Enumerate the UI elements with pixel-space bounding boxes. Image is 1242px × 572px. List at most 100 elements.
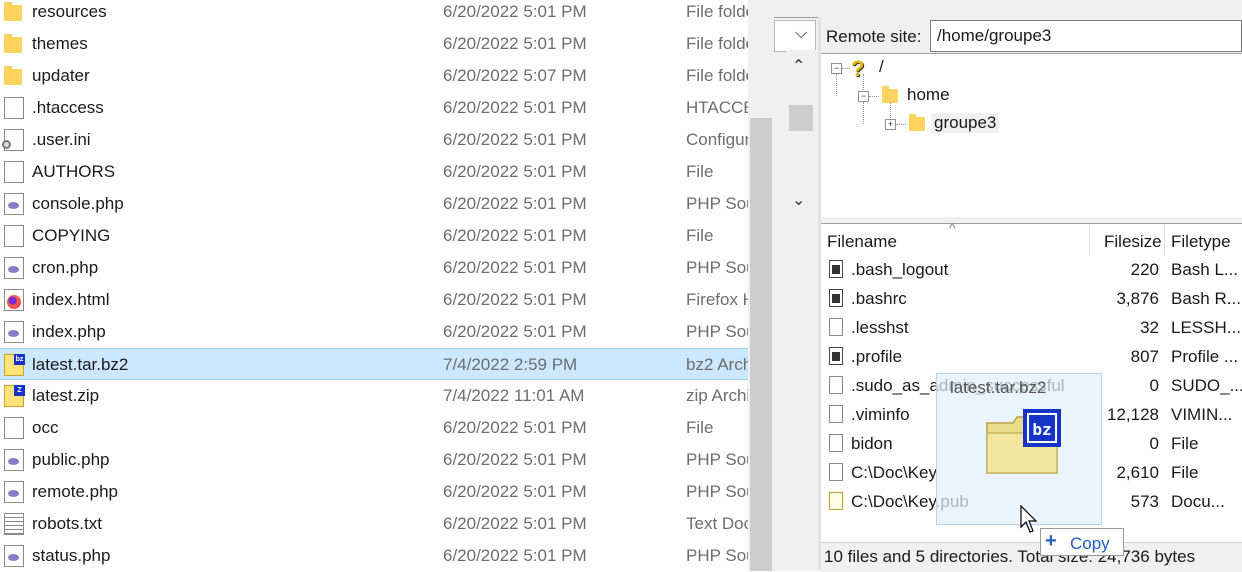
explorer-file-list: resources6/20/2022 5:01 PMFile folderthe… [0, 0, 748, 571]
file-row[interactable]: public.php 6/20/2022 5:01 PM PHP Source [0, 444, 748, 476]
column-header-filesize[interactable]: Filesize [1104, 232, 1162, 252]
date-modified: 6/20/2022 5:01 PM [443, 482, 587, 501]
remote-file-type: LESSH... [1171, 318, 1241, 337]
archive-badge: Z [14, 385, 25, 396]
file-row[interactable]: resources 6/20/2022 5:01 PM File folder [0, 0, 748, 28]
file-name: latest.tar.bz2 [32, 355, 129, 374]
file-row[interactable]: console.php 6/20/2022 5:01 PM PHP Source [0, 188, 748, 220]
file-row[interactable]: AUTHORS 6/20/2022 5:01 PM File [0, 156, 748, 188]
text-file-icon [4, 513, 24, 535]
file-type: PHP Source [686, 482, 748, 501]
remote-file-row[interactable]: .bashrc 3,876 Bash R... [821, 285, 1242, 314]
file-name: latest.zip [32, 386, 100, 405]
file-icon [829, 376, 843, 394]
remote-file-size: 807 [1130, 347, 1159, 366]
remote-file-row[interactable]: .bash_logout 220 Bash L... [821, 256, 1242, 285]
archive-badge-text: bz [1032, 420, 1051, 439]
remote-file-type: Profile ... [1171, 347, 1239, 366]
file-name: AUTHORS [32, 162, 116, 181]
file-row[interactable]: cron.php 6/20/2022 5:01 PM PHP Source [0, 252, 748, 284]
folder-icon [909, 114, 925, 131]
remote-file-size: 220 [1130, 260, 1159, 279]
scroll-up-arrow-icon[interactable]: ⌃ [792, 56, 805, 76]
file-row[interactable]: themes 6/20/2022 5:01 PM File folder [0, 28, 748, 60]
date-modified: 6/20/2022 5:07 PM [443, 66, 587, 85]
file-name: updater [32, 66, 90, 85]
settings-file-icon [2, 129, 24, 151]
file-row[interactable]: index.html 6/20/2022 5:01 PM Firefox HTML [0, 284, 748, 316]
remote-file-name: .bashrc [851, 289, 907, 308]
file-type: bz2 Archive [686, 355, 748, 374]
pane-divider[interactable] [821, 217, 1242, 224]
status-text: 10 files and 5 directories. Total size: … [824, 547, 1196, 566]
file-row[interactable]: bz latest.tar.bz2 7/4/2022 2:59 PM bz2 Arch… [0, 348, 748, 380]
tree-node-groupe3[interactable]: groupe3 [931, 113, 1000, 133]
file-row[interactable]: .htaccess 6/20/2022 5:01 PM HTACCESS [0, 92, 748, 124]
remote-file-size: 0 [1149, 376, 1159, 395]
remote-site-label: Remote site: [826, 27, 922, 46]
file-type: Configuration [686, 130, 748, 149]
file-row[interactable]: remote.php 6/20/2022 5:01 PM PHP Source [0, 476, 748, 508]
file-row[interactable]: status.php 6/20/2022 5:01 PM PHP Source [0, 540, 748, 571]
chevron-down-icon: ⌵ [795, 25, 808, 42]
tree-node-home[interactable]: home [907, 85, 950, 105]
php-file-icon [4, 545, 24, 567]
file-row[interactable]: occ 6/20/2022 5:01 PM File [0, 412, 748, 444]
php-file-icon [4, 193, 24, 215]
tree-node-root[interactable]: / [879, 57, 884, 77]
date-modified: 6/20/2022 5:01 PM [443, 130, 587, 149]
expand-toggle-icon[interactable]: + [885, 119, 896, 130]
column-header-filename[interactable]: Filename [827, 232, 897, 252]
remote-file-name: C:\Doc\Key [851, 463, 937, 482]
bz2-archive-icon: bz [986, 409, 1061, 474]
file-icon [829, 405, 843, 423]
remote-file-type: Bash R... [1171, 289, 1241, 308]
local-site-combo[interactable]: ⌵ [774, 20, 816, 52]
date-modified: 6/20/2022 5:01 PM [443, 2, 587, 21]
remote-file-size: 3,876 [1116, 289, 1159, 308]
date-modified: 7/4/2022 11:01 AM [443, 386, 585, 405]
file-name: .htaccess [32, 98, 104, 117]
date-modified: 6/20/2022 5:01 PM [443, 514, 587, 533]
folder-icon [4, 66, 22, 85]
dark-doc-icon [829, 260, 843, 278]
scroll-down-arrow-icon[interactable]: ⌄ [792, 190, 805, 210]
file-row[interactable]: Zlatest.zip 7/4/2022 11:01 AM zip Archive [0, 380, 748, 412]
file-type: Firefox HTML [686, 290, 748, 309]
file-row[interactable]: index.php 6/20/2022 5:01 PM PHP Source [0, 316, 748, 348]
file-name: robots.txt [32, 514, 102, 533]
file-icon [4, 161, 24, 183]
remote-file-type: SUDO_... [1171, 376, 1242, 395]
file-name: index.html [32, 290, 110, 309]
file-row[interactable]: robots.txt 6/20/2022 5:01 PM Text Document [0, 508, 748, 540]
remote-file-type: File [1171, 463, 1199, 482]
remote-path-input[interactable]: /home/groupe3 [930, 20, 1242, 52]
date-modified: 6/20/2022 5:01 PM [443, 546, 587, 565]
local-tree-scrollbar-thumb[interactable] [789, 105, 813, 131]
remote-file-row[interactable]: .profile 807 Profile ... [821, 343, 1242, 372]
file-type: File folder [686, 66, 748, 85]
file-name: occ [32, 418, 59, 437]
file-type: PHP Source [686, 546, 748, 565]
column-header-filetype[interactable]: Filetype [1171, 232, 1231, 252]
file-row[interactable]: .user.ini 6/20/2022 5:01 PM Configuration [0, 124, 748, 156]
firefox-file-icon [4, 289, 24, 311]
date-modified: 6/20/2022 5:01 PM [443, 226, 587, 245]
remote-file-type: VIMIN... [1171, 405, 1233, 424]
collapse-toggle-icon[interactable]: − [831, 63, 842, 74]
file-name: console.php [32, 194, 124, 213]
file-type: File folder [686, 2, 748, 21]
drag-preview-label: latest.tar.bz2 [950, 378, 1047, 397]
php-file-icon [4, 321, 24, 343]
file-row[interactable]: updater 6/20/2022 5:07 PM File folder [0, 60, 748, 92]
file-icon [4, 225, 24, 247]
file-row[interactable]: COPYING 6/20/2022 5:01 PM File [0, 220, 748, 252]
file-name: remote.php [32, 482, 118, 501]
remote-file-name: .viminfo [851, 405, 910, 424]
dark-doc-icon [829, 289, 843, 307]
file-icon [829, 463, 843, 481]
remote-file-row[interactable]: .lesshst 32 LESSH... [821, 314, 1242, 343]
zip-archive-icon: Z [4, 385, 25, 407]
explorer-scrollbar-thumb[interactable] [750, 118, 772, 571]
collapse-toggle-icon[interactable]: − [858, 91, 869, 102]
